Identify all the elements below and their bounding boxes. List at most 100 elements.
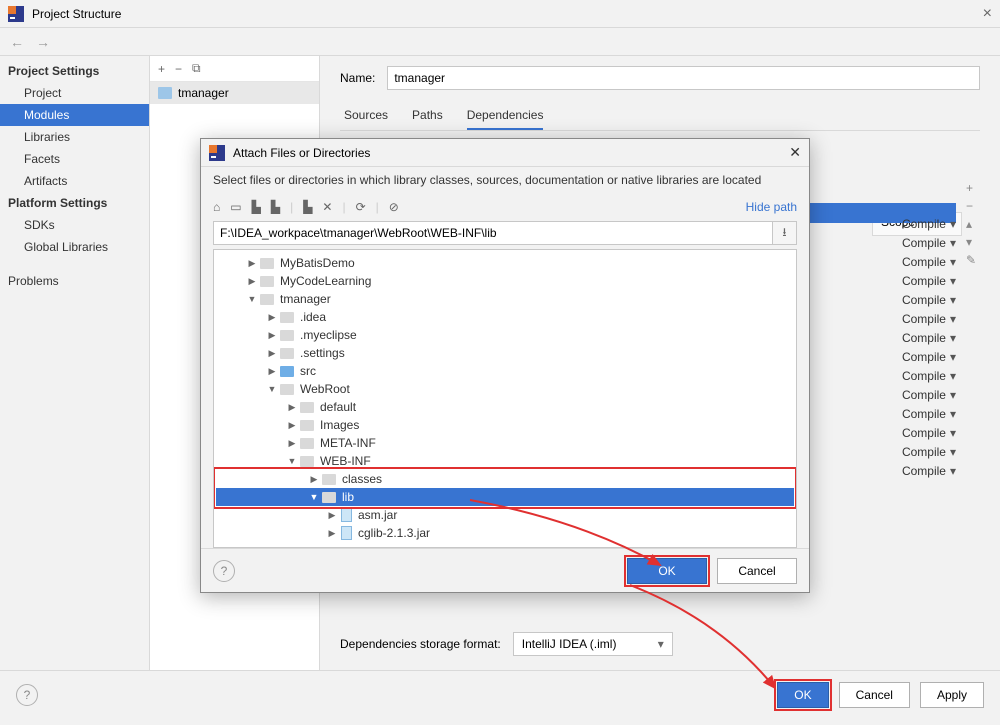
attach-files-dialog: Attach Files or Directories ✕ Select fil… [200, 138, 810, 593]
nav-toolbar: ← → [0, 28, 1000, 56]
tree-row[interactable]: ▶.settings [214, 344, 796, 362]
storage-row: Dependencies storage format: IntelliJ ID… [340, 620, 980, 660]
module-list-toolbar: + − ⧉ [150, 56, 319, 82]
copy-icon[interactable]: ⧉ [192, 61, 201, 76]
module-item-tmanager[interactable]: tmanager [150, 82, 319, 104]
scope-item[interactable]: Compile▾ [876, 367, 956, 384]
hide-path-link[interactable]: Hide path [746, 200, 797, 214]
history-icon[interactable]: ⭳ [773, 221, 797, 245]
file-tree[interactable]: ▶MyBatisDemo ▶MyCodeLearning ▼tmanager ▶… [213, 249, 797, 548]
edit-dependency-icon[interactable]: ✎ [966, 253, 976, 267]
chevron-down-icon: ▾ [950, 464, 956, 478]
tree-row[interactable]: ▶.idea [214, 308, 796, 326]
sidebar-item-artifacts[interactable]: Artifacts [0, 170, 149, 192]
tree-row[interactable]: ▶MyCodeLearning [214, 272, 796, 290]
folder-icon [280, 366, 294, 377]
tree-row[interactable]: ▶META-INF [214, 434, 796, 452]
move-down-icon[interactable]: ▾ [966, 235, 976, 249]
back-icon[interactable]: ← [8, 34, 26, 50]
tree-row[interactable]: ▶classes [216, 470, 794, 488]
path-input-row: ⭳ [213, 221, 797, 245]
scope-item[interactable]: Compile▾ [876, 215, 956, 232]
chevron-down-icon: ▾ [950, 331, 956, 345]
name-input[interactable] [387, 66, 980, 90]
scope-item[interactable]: Compile▾ [876, 291, 956, 308]
folder-move-icon[interactable]: ▙ [303, 200, 312, 214]
sidebar-item-facets[interactable]: Facets [0, 148, 149, 170]
help-icon[interactable]: ? [213, 560, 235, 582]
help-icon[interactable]: ? [16, 684, 38, 706]
dialog-ok-button[interactable]: OK [627, 558, 707, 584]
tree-row[interactable]: ▶default [214, 398, 796, 416]
forward-icon[interactable]: → [34, 34, 52, 50]
scope-item[interactable]: Compile▾ [876, 405, 956, 422]
dialog-close-icon[interactable]: ✕ [789, 144, 801, 161]
intellij-icon [209, 145, 225, 161]
tree-row[interactable]: ▶Images [214, 416, 796, 434]
scope-item[interactable]: Compile▾ [876, 329, 956, 346]
refresh-icon[interactable]: ⟳ [356, 200, 366, 214]
folder-icon [300, 438, 314, 449]
close-icon[interactable]: × [983, 5, 992, 23]
move-up-icon[interactable]: ▴ [966, 217, 976, 231]
scope-item[interactable]: Compile▾ [876, 424, 956, 441]
remove-icon[interactable]: − [175, 62, 182, 76]
scope-item[interactable]: Compile▾ [876, 462, 956, 479]
sidebar-item-project[interactable]: Project [0, 82, 149, 104]
sidebar-item-problems[interactable]: Problems [0, 270, 149, 292]
dialog-cancel-button[interactable]: Cancel [717, 558, 797, 584]
folder-icon [300, 456, 314, 467]
folder-icon [280, 330, 294, 341]
chevron-down-icon: ▾ [950, 312, 956, 326]
add-dependency-icon[interactable]: + [966, 181, 976, 195]
new-folder-icon[interactable]: ▙ [271, 200, 280, 214]
tab-dependencies[interactable]: Dependencies [467, 102, 544, 130]
storage-select[interactable]: IntelliJ IDEA (.iml) ▾ [513, 632, 673, 656]
chevron-down-icon: ▾ [950, 236, 956, 250]
scope-item[interactable]: Compile▾ [876, 310, 956, 327]
sidebar-item-libraries[interactable]: Libraries [0, 126, 149, 148]
dialog-description: Select files or directories in which lib… [201, 167, 809, 193]
add-icon[interactable]: + [158, 62, 165, 76]
tree-row[interactable]: ▼tmanager [214, 290, 796, 308]
cancel-button[interactable]: Cancel [839, 682, 910, 708]
sidebar-item-modules[interactable]: Modules [0, 104, 149, 126]
path-input[interactable] [213, 221, 773, 245]
home-icon[interactable]: ⌂ [213, 200, 220, 214]
scope-item[interactable]: Compile▾ [876, 234, 956, 251]
tree-row[interactable]: ▶MyBatisDemo [214, 254, 796, 272]
apply-button[interactable]: Apply [920, 682, 984, 708]
tree-row[interactable]: ▶cglib-2.1.3.jar [214, 524, 796, 542]
module-item-label: tmanager [178, 86, 229, 100]
show-hidden-icon[interactable]: ⊘ [389, 200, 399, 214]
desktop-icon[interactable]: ▭ [230, 200, 241, 214]
delete-icon[interactable]: ✕ [322, 200, 332, 214]
ok-button[interactable]: OK [777, 682, 828, 708]
chevron-down-icon: ▾ [950, 426, 956, 440]
scope-item[interactable]: Compile▾ [876, 253, 956, 270]
sidebar-item-sdks[interactable]: SDKs [0, 214, 149, 236]
scope-item[interactable]: Compile▾ [876, 348, 956, 365]
tree-row-selected[interactable]: ▼lib [216, 488, 794, 506]
sidebar-item-global-libraries[interactable]: Global Libraries [0, 236, 149, 258]
dialog-toolbar: ⌂ ▭ ▙ ▙ | ▙ ✕ | ⟳ | ⊘ Hide path [201, 193, 809, 221]
scope-item[interactable]: Compile▾ [876, 443, 956, 460]
scope-item[interactable]: Compile▾ [876, 386, 956, 403]
tab-sources[interactable]: Sources [344, 102, 388, 130]
sidebar: Project Settings Project Modules Librari… [0, 56, 150, 670]
deps-side-buttons: + − ▴ ▾ ✎ [962, 179, 980, 269]
folder-icon [260, 258, 274, 269]
tree-row[interactable]: ▼WebRoot [214, 380, 796, 398]
chevron-down-icon: ▾ [950, 255, 956, 269]
tree-row[interactable]: ▶.myeclipse [214, 326, 796, 344]
remove-dependency-icon[interactable]: − [966, 199, 976, 213]
tree-row[interactable]: ▶src [214, 362, 796, 380]
tree-row[interactable]: ▶asm.jar [214, 506, 796, 524]
tab-paths[interactable]: Paths [412, 102, 443, 130]
folder-nav-icon[interactable]: ▙ [252, 200, 261, 214]
folder-icon [322, 492, 336, 503]
scope-item[interactable]: Compile▾ [876, 272, 956, 289]
tree-row[interactable]: ▼WEB-INF [214, 452, 796, 470]
folder-icon [280, 348, 294, 359]
folder-icon [280, 384, 294, 395]
